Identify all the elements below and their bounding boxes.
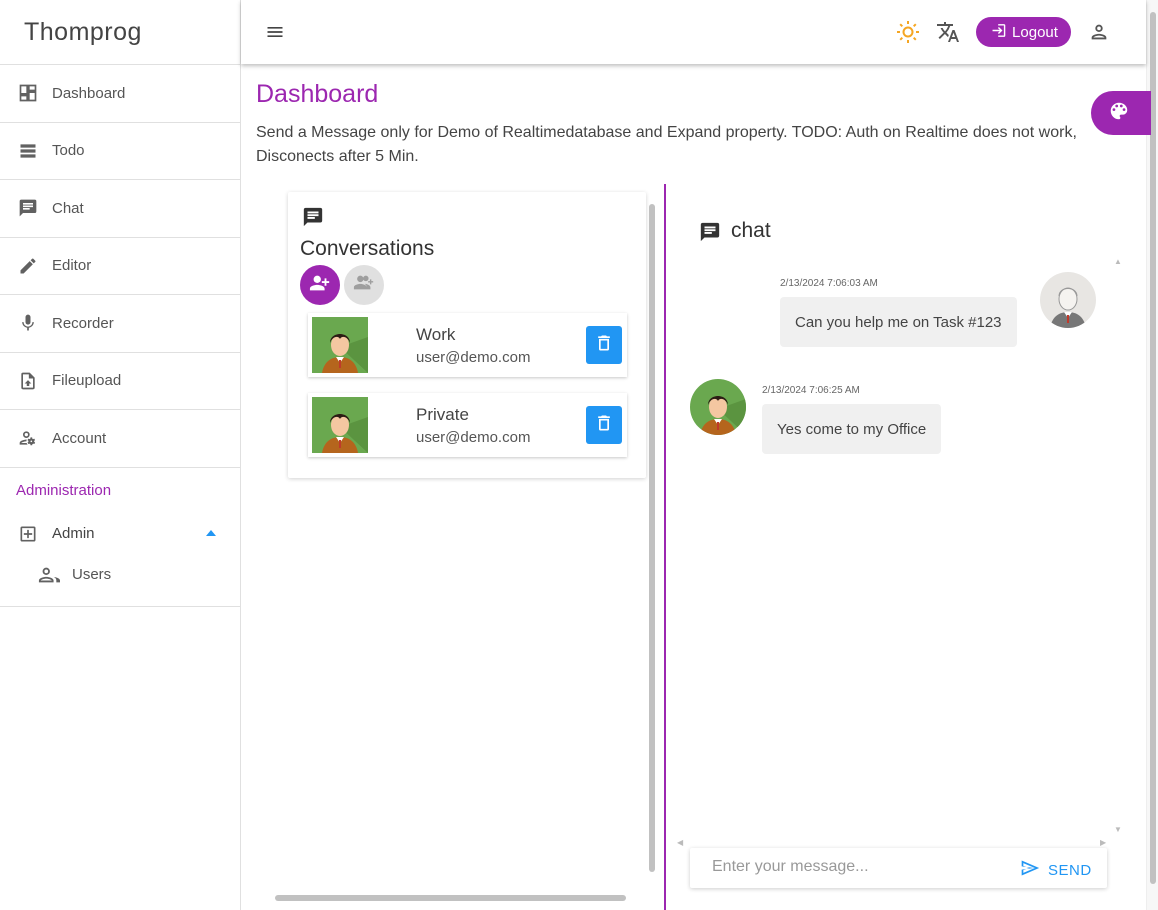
sidebar-item-label: Recorder	[52, 314, 114, 332]
menu-icon[interactable]	[265, 22, 285, 42]
message-bubble: Yes come to my Office	[762, 404, 942, 454]
microphone-icon	[18, 313, 38, 333]
sidebar-item-editor[interactable]: Editor	[0, 238, 240, 295]
scroll-down-arrow[interactable]: ▼	[1114, 825, 1122, 834]
conversations-title: Conversations	[300, 237, 435, 260]
message-timestamp: 2/13/2024 7:06:25 AM	[762, 385, 860, 396]
dashboard-icon	[18, 83, 38, 103]
users-icon	[38, 564, 60, 586]
avatar	[1040, 272, 1096, 328]
logout-label: Logout	[1012, 23, 1058, 41]
add-conversation-button[interactable]	[300, 265, 340, 305]
palette-icon	[1108, 100, 1130, 127]
logout-button[interactable]: Logout	[976, 17, 1071, 47]
list-icon	[18, 141, 38, 161]
sidebar-item-account[interactable]: Account	[0, 410, 240, 468]
delete-conversation-button[interactable]	[586, 406, 622, 444]
scrollbar-thumb[interactable]	[649, 204, 655, 872]
sidebar-item-chat[interactable]: Chat	[0, 180, 240, 238]
sun-icon[interactable]	[896, 20, 920, 44]
trash-icon	[594, 333, 614, 358]
group-add-icon	[353, 272, 375, 299]
scroll-left-arrow[interactable]: ◀	[677, 838, 683, 847]
avatar	[690, 379, 746, 435]
conversation-email: user@demo.com	[416, 349, 531, 366]
page-title: Dashboard	[256, 80, 379, 108]
sidebar-item-label: Todo	[52, 142, 85, 160]
conversation-name: Private	[416, 405, 469, 424]
sidebar-item-recorder[interactable]: Recorder	[0, 295, 240, 353]
sidebar-item-label: Account	[52, 429, 107, 447]
delete-conversation-button[interactable]	[586, 326, 622, 364]
sidebar-item-dashboard[interactable]: Dashboard	[0, 65, 240, 123]
conversation-name: Work	[416, 325, 456, 344]
top-toolbar: Logout	[241, 0, 1146, 64]
add-box-icon	[18, 524, 38, 544]
person-add-icon	[309, 272, 331, 299]
chat-title: chat	[731, 219, 771, 242]
avatar	[312, 397, 368, 453]
sidebar-item-label: Dashboard	[52, 84, 126, 102]
brand-title: Thomprog	[0, 0, 240, 65]
sidebar-item-admin[interactable]: Admin	[0, 512, 240, 556]
admin-heading: Administration	[16, 481, 112, 499]
conversation-item-work[interactable]: Work user@demo.com	[308, 313, 627, 377]
scrollbar-thumb[interactable]	[1150, 12, 1156, 884]
conversations-hscrollbar[interactable]	[266, 893, 646, 903]
conversations-panel: Conversations Work user@demo.com Private…	[288, 192, 646, 478]
send-button[interactable]: SEND	[1020, 858, 1092, 882]
send-icon	[1020, 858, 1040, 882]
caret-up-icon[interactable]	[206, 529, 216, 536]
account-settings-icon	[18, 428, 38, 448]
logout-icon	[989, 22, 1006, 43]
user-icon[interactable]	[1088, 21, 1110, 43]
sidebar-item-label: Users	[72, 566, 112, 583]
palette-button[interactable]	[1091, 91, 1151, 135]
pencil-icon	[18, 256, 38, 276]
scrollbar-thumb[interactable]	[275, 895, 626, 901]
sidebar-item-label: Editor	[52, 257, 92, 275]
chat-icon	[302, 206, 324, 228]
panel-divider[interactable]	[664, 184, 666, 910]
send-label: SEND	[1048, 861, 1092, 879]
add-group-button[interactable]	[344, 265, 384, 305]
sidebar: Thomprog Dashboard Todo Chat Editor Reco…	[0, 0, 241, 910]
message-timestamp: 2/13/2024 7:06:03 AM	[780, 278, 878, 289]
sidebar-item-users[interactable]: Users	[0, 556, 240, 594]
sidebar-item-label: Fileupload	[52, 372, 122, 390]
trash-icon	[594, 413, 614, 438]
sidebar-item-todo[interactable]: Todo	[0, 123, 240, 180]
file-upload-icon	[18, 371, 38, 391]
message-bubble: Can you help me on Task #123	[780, 297, 1017, 347]
conversations-scrollbar[interactable]	[648, 196, 656, 882]
page-scrollbar[interactable]	[1146, 0, 1158, 910]
chat-icon	[18, 198, 38, 218]
admin-section: Administration Admin Users	[0, 468, 240, 607]
sidebar-item-label: Admin	[52, 525, 95, 542]
translate-icon[interactable]	[936, 20, 960, 44]
message-composer: SEND	[690, 848, 1107, 888]
sidebar-item-label: Chat	[52, 199, 84, 217]
scroll-up-arrow[interactable]: ▲	[1114, 257, 1122, 266]
message-input[interactable]	[712, 858, 1012, 876]
conversation-email: user@demo.com	[416, 429, 531, 446]
conversation-item-private[interactable]: Private user@demo.com	[308, 393, 627, 457]
scroll-right-arrow[interactable]: ▶	[1100, 838, 1106, 847]
page-description: Send a Message only for Demo of Realtime…	[256, 124, 1077, 165]
avatar	[312, 317, 368, 373]
chat-icon	[699, 221, 721, 243]
sidebar-item-fileupload[interactable]: Fileupload	[0, 353, 240, 410]
